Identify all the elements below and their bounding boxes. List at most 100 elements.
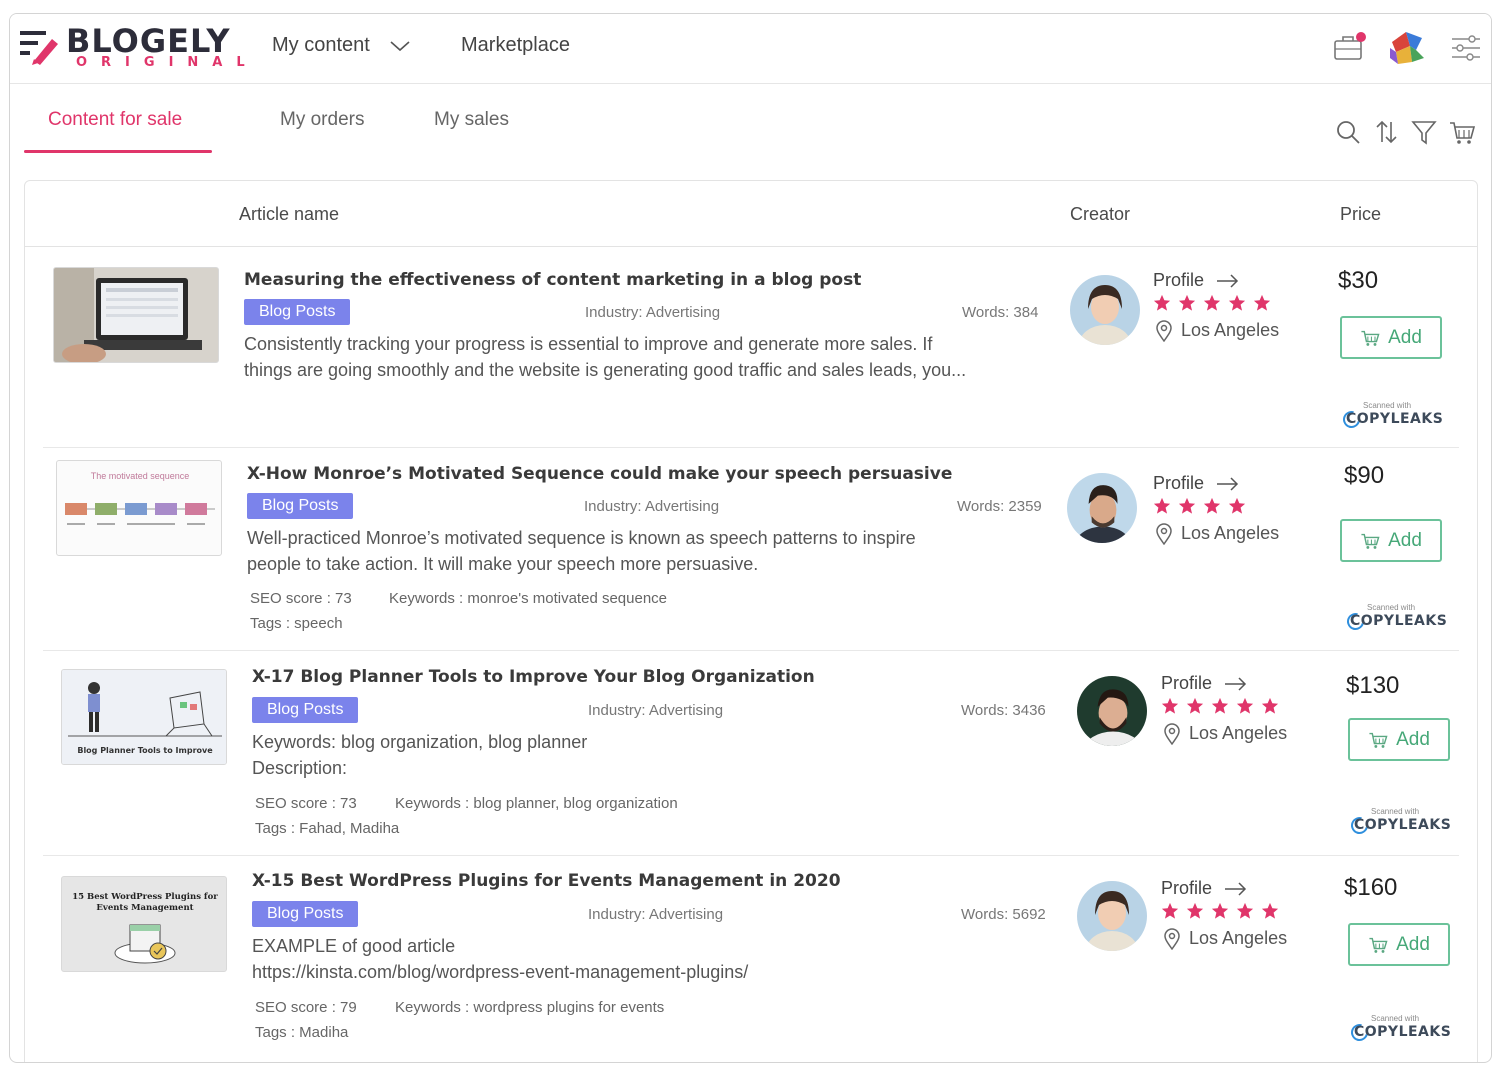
description-line[interactable]: https://kinsta.com/blog/wordpress-event-… — [252, 959, 748, 985]
nav-marketplace[interactable]: Marketplace — [461, 32, 570, 58]
creator-location: Los Angeles — [1163, 927, 1288, 951]
location-pin-icon — [1156, 320, 1172, 343]
rating-stars — [1153, 294, 1278, 312]
industry-label: Industry: Advertising — [588, 702, 724, 719]
table-header: Article name Creator Price — [25, 181, 1477, 247]
copyleaks-badge: Scanned with COPYLEAKS — [1339, 401, 1443, 432]
scanned-with-label: Scanned with — [1367, 603, 1416, 612]
creator-avatar[interactable] — [1067, 473, 1137, 543]
seo-score: SEO score : 79 — [255, 999, 357, 1016]
creator-profile-link[interactable]: Profile — [1153, 269, 1241, 291]
briefcase-notification-icon[interactable] — [1330, 28, 1370, 68]
rating-stars — [1161, 697, 1286, 715]
filter-icon[interactable] — [1410, 118, 1438, 146]
word-count: Words: 3436 — [961, 702, 1046, 719]
copyleaks-wordmark: COPYLEAKS — [1354, 817, 1452, 833]
rating-stars — [1153, 497, 1253, 515]
creator-profile-link[interactable]: Profile — [1161, 672, 1249, 694]
add-button-label: Add — [1396, 729, 1430, 750]
table-row: Blog Planner Tools to Improve X-17 Blog … — [25, 651, 1477, 856]
star-icon — [1178, 497, 1196, 514]
location-pin-icon — [1164, 723, 1180, 746]
scanned-with-label: Scanned with — [1371, 1014, 1420, 1023]
profile-label: Profile — [1161, 673, 1213, 693]
seo-score: SEO score : 73 — [255, 795, 357, 812]
article-title[interactable]: X-17 Blog Planner Tools to Improve Your … — [252, 666, 815, 688]
brand-subtitle: ORIGINAL — [76, 55, 259, 70]
seo-score: SEO score : 73 — [250, 590, 352, 607]
add-to-cart-button[interactable]: Add — [1348, 923, 1450, 966]
price-value: $30 — [1338, 267, 1379, 294]
add-to-cart-button[interactable]: Add — [1340, 519, 1442, 562]
arrow-right-icon — [1225, 882, 1247, 896]
location-text: Los Angeles — [1181, 320, 1280, 340]
creator-avatar[interactable] — [1070, 275, 1140, 345]
article-title[interactable]: X-How Monroe’s Motivated Sequence could … — [247, 463, 952, 485]
star-icon — [1236, 902, 1254, 919]
star-icon — [1261, 697, 1279, 714]
description-line: Well-practiced Monroe’s motivated sequen… — [247, 528, 916, 548]
sort-icon[interactable] — [1372, 118, 1400, 146]
user-avatar[interactable] — [1386, 28, 1428, 70]
location-text: Los Angeles — [1189, 928, 1288, 948]
thumbnail-caption: Blog Planner Tools to Improve — [77, 746, 213, 755]
category-badge: Blog Posts — [252, 901, 359, 927]
profile-label: Profile — [1153, 473, 1205, 493]
industry-label: Industry: Advertising — [588, 906, 724, 923]
keywords: Keywords : blog planner, blog organizati… — [395, 795, 678, 812]
article-thumbnail[interactable]: Blog Planner Tools to Improve — [61, 669, 227, 765]
scanned-with-label: Scanned with — [1363, 401, 1412, 410]
industry-label: Industry: Advertising — [585, 304, 721, 321]
tab-my-orders[interactable]: My orders — [280, 106, 364, 134]
word-count: Words: 2359 — [957, 498, 1042, 515]
article-thumbnail[interactable] — [53, 267, 219, 363]
category-badge: Blog Posts — [247, 493, 354, 519]
description-line: Consistently tracking your progress is e… — [244, 334, 933, 354]
add-to-cart-button[interactable]: Add — [1348, 718, 1450, 761]
cart-icon[interactable] — [1448, 118, 1476, 146]
nav-my-content-label: My content — [272, 34, 370, 56]
search-icon[interactable] — [1334, 118, 1362, 146]
logo-mark-icon — [20, 31, 58, 65]
copyleaks-badge: Scanned with COPYLEAKS — [1347, 807, 1451, 838]
creator-profile-link[interactable]: Profile — [1161, 877, 1249, 899]
article-thumbnail[interactable]: 15 Best WordPress Plugins for Events Man… — [61, 876, 227, 972]
add-to-cart-button[interactable]: Add — [1340, 316, 1442, 359]
price-value: $130 — [1346, 672, 1400, 699]
creator-avatar[interactable] — [1077, 676, 1147, 746]
top-navigation-bar: BLOGELY ORIGINAL My content Marketplace — [10, 14, 1491, 84]
arrow-right-icon — [1217, 274, 1239, 288]
creator-location: Los Angeles — [1163, 722, 1287, 746]
table-row: The motivated sequence X-How Monroe’s Mo… — [25, 448, 1477, 651]
cart-icon — [1361, 330, 1380, 346]
star-icon — [1153, 497, 1171, 514]
profile-label: Profile — [1153, 270, 1205, 290]
creator-profile-link[interactable]: Profile — [1153, 472, 1241, 494]
tab-my-sales[interactable]: My sales — [434, 106, 509, 134]
tab-content-for-sale[interactable]: Content for sale — [48, 106, 182, 134]
brand-logo[interactable]: BLOGELY ORIGINAL — [20, 22, 245, 70]
star-icon — [1161, 697, 1179, 714]
cart-icon — [1361, 533, 1380, 549]
cart-icon — [1369, 732, 1388, 748]
nav-my-content[interactable]: My content — [272, 32, 411, 58]
location-text: Los Angeles — [1181, 523, 1280, 543]
settings-sliders-icon[interactable] — [1446, 28, 1486, 68]
star-icon — [1186, 902, 1204, 919]
price-value: $160 — [1344, 874, 1398, 901]
keywords: Keywords : wordpress plugins for events — [395, 999, 665, 1016]
star-icon — [1236, 697, 1254, 714]
star-icon — [1228, 497, 1246, 514]
article-thumbnail[interactable]: The motivated sequence — [56, 460, 222, 556]
brand-name: BLOGELY — [66, 22, 231, 60]
price-value: $90 — [1344, 462, 1385, 489]
copyleaks-wordmark: COPYLEAKS — [1354, 1024, 1452, 1040]
star-icon — [1203, 294, 1221, 311]
article-title[interactable]: Measuring the effectiveness of content m… — [244, 269, 861, 291]
creator-avatar[interactable] — [1077, 881, 1147, 951]
creator-location: Los Angeles — [1155, 522, 1280, 546]
sequence-diagram-icon — [65, 503, 215, 525]
article-title[interactable]: X-15 Best WordPress Plugins for Events M… — [252, 870, 841, 892]
creator-location: Los Angeles — [1155, 319, 1280, 343]
colorful-avatar-icon — [1390, 32, 1424, 64]
